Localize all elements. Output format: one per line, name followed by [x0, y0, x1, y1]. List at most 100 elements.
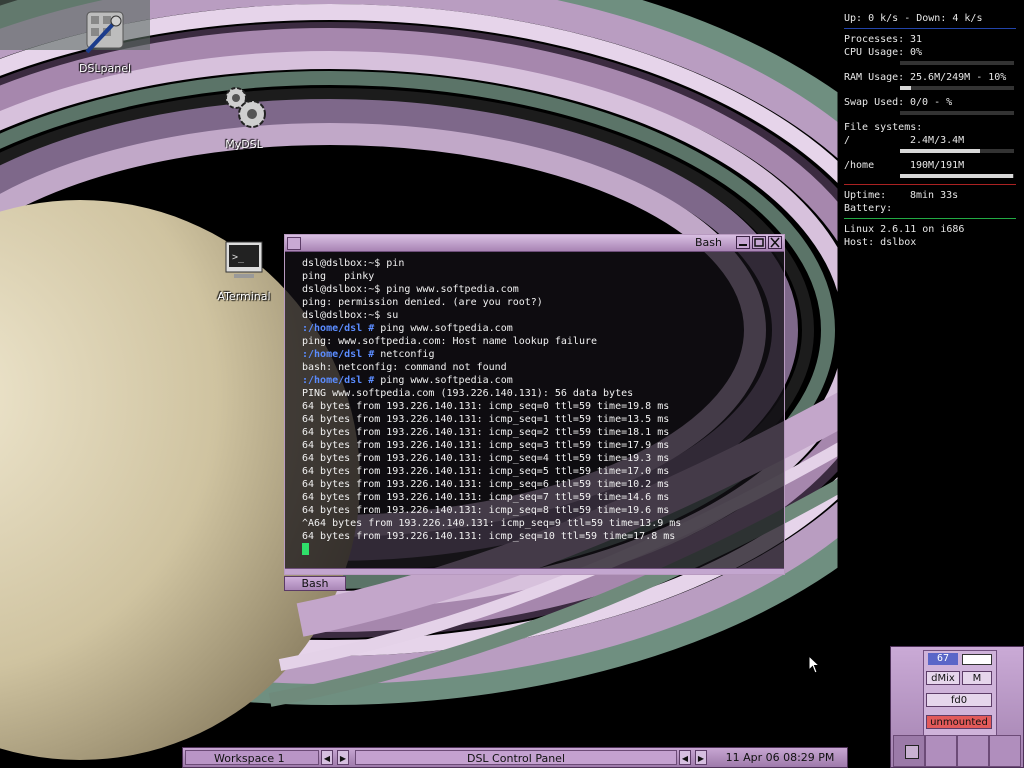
- fs-home-value: 190M/191M: [910, 160, 965, 171]
- terminal-line: PING www.softpedia.com (193.226.140.131)…: [302, 387, 784, 400]
- terminal-line-text: ping www.softpedia.com: [380, 323, 513, 334]
- terminal-line: ping pinky: [302, 270, 784, 283]
- workspace-selector[interactable]: Workspace 1: [185, 750, 319, 765]
- fs-home-label: /home: [844, 160, 875, 171]
- terminal-icon: >_: [225, 241, 263, 278]
- taskbar-task-dsl-control-panel[interactable]: DSL Control Panel: [355, 750, 677, 765]
- desktop-icon-label: ATerminal: [217, 290, 271, 303]
- terminal-line: 64 bytes from 193.226.140.131: icmp_seq=…: [302, 530, 784, 543]
- mouse-pointer-icon: [808, 655, 821, 674]
- workspace-pager: [891, 735, 1023, 767]
- terminal-line-text: dsl@dslbox:~$ pin: [302, 258, 405, 269]
- terminal-line-text: dsl@dslbox:~$ su: [302, 310, 399, 321]
- clock: 11 Apr 06 08:29 PM: [725, 751, 835, 764]
- swap-bar: [900, 111, 1014, 115]
- terminal-window[interactable]: Bash dsl@dslbox:~$ pin ping pinky dsl@dslb…: [284, 234, 785, 575]
- fs-root-bar: [900, 149, 1014, 153]
- fs-root-bar-fill: [900, 149, 980, 153]
- terminal-line-text: 64 bytes from 193.226.140.131: icmp_seq=…: [302, 401, 670, 412]
- terminal-line: 64 bytes from 193.226.140.131: icmp_seq=…: [302, 478, 784, 491]
- cpu-value: 0%: [910, 47, 923, 58]
- arrow-right-icon: ▶: [339, 754, 347, 763]
- desktop-icon-label: DSLpanel: [78, 62, 132, 75]
- workspace-next-button[interactable]: ▶: [337, 750, 349, 765]
- terminal-line-text: 64 bytes from 193.226.140.131: icmp_seq=…: [302, 453, 670, 464]
- ram-bar: [900, 86, 1014, 90]
- minimize-button[interactable]: [736, 236, 750, 249]
- minimize-icon: [739, 244, 747, 246]
- fs-root-label: /: [844, 135, 851, 146]
- desktop-icon-aterminal[interactable]: >_ ATerminal: [204, 236, 284, 303]
- drive-fd0-button[interactable]: fd0: [926, 693, 992, 707]
- terminal-line: 64 bytes from 193.226.140.131: icmp_seq=…: [302, 504, 784, 517]
- terminal-titlebar[interactable]: Bash: [285, 235, 784, 252]
- terminal-line: dsl@dslbox:~$ su: [302, 309, 784, 322]
- taskbar: Workspace 1 ◀ ▶ DSL Control Panel ◀ ▶ 11…: [182, 747, 848, 768]
- terminal-line: 64 bytes from 193.226.140.131: icmp_seq=…: [302, 400, 784, 413]
- terminal-line: dsl@dslbox:~$ pin: [302, 257, 784, 270]
- terminal-line: 64 bytes from 193.226.140.131: icmp_seq=…: [302, 452, 784, 465]
- terminal-line: :/home/dsl # netconfig: [302, 348, 784, 361]
- desktop-icon-dslpanel[interactable]: DSLpanel: [65, 8, 145, 75]
- ram-value: 25.6M/249M - 10%: [910, 72, 1007, 83]
- swap-value: 0/0 - %: [910, 97, 953, 108]
- terminal-output[interactable]: dsl@dslbox:~$ pin ping pinky dsl@dslbox:~$…: [285, 252, 784, 556]
- terminal-line: 64 bytes from 193.226.140.131: icmp_seq=…: [302, 413, 784, 426]
- close-icon: [770, 237, 780, 248]
- terminal-line: ping: www.softpedia.com: Host name looku…: [302, 335, 784, 348]
- terminal-line-text: bash: netconfig: command not found: [302, 362, 507, 373]
- ram-bar-fill: [900, 86, 912, 90]
- terminal-line-text: 64 bytes from 193.226.140.131: icmp_seq=…: [302, 466, 670, 477]
- pager-workspace-3[interactable]: [957, 735, 989, 767]
- fs-home-bar: [900, 174, 1014, 178]
- fs-root-value: 2.4M/3.4M: [910, 135, 965, 146]
- task-next-button[interactable]: ▶: [695, 750, 707, 765]
- terminal-line-text: ping: permission denied. (are you root?): [302, 297, 543, 308]
- host-label: Host:: [844, 237, 875, 248]
- dock-applets: 67 dMix M fd0 unmounted: [923, 650, 997, 736]
- fs-label: File systems:: [844, 122, 923, 133]
- terminal-line-text: 64 bytes from 193.226.140.131: icmp_seq=…: [302, 479, 670, 490]
- terminal-line: ^A64 bytes from 193.226.140.131: icmp_se…: [302, 517, 784, 530]
- volume-slider[interactable]: [962, 654, 992, 665]
- separator-green: [844, 218, 1016, 219]
- separator-blue: [844, 28, 1016, 29]
- workspace-prev-button[interactable]: ◀: [321, 750, 333, 765]
- terminal-cursor-line: [302, 543, 784, 556]
- pager-workspace-4[interactable]: [989, 735, 1021, 767]
- volume-control[interactable]: 67: [926, 653, 992, 665]
- processes-label: Processes:: [844, 34, 905, 45]
- dmix-button[interactable]: dMix: [926, 671, 960, 685]
- terminal-line-text: 64 bytes from 193.226.140.131: icmp_seq=…: [302, 440, 670, 451]
- close-button[interactable]: [768, 236, 782, 249]
- terminal-line: 64 bytes from 193.226.140.131: icmp_seq=…: [302, 426, 784, 439]
- terminal-line-text: ping pinky: [302, 271, 375, 282]
- system-monitor: Up: 0 k/s - Down: 4 k/s Processes: 31 CPU…: [844, 12, 1016, 249]
- mount-status-button[interactable]: unmounted: [926, 715, 992, 729]
- mute-button[interactable]: M: [962, 671, 992, 685]
- terminal-line-text: PING www.softpedia.com (193.226.140.131)…: [302, 388, 634, 399]
- host-value: dslbox: [880, 237, 917, 248]
- desktop-icon-mydsl[interactable]: MyDSL: [204, 84, 284, 151]
- terminal-line-text: ping: www.softpedia.com: Host name looku…: [302, 336, 598, 347]
- pager-workspace-1[interactable]: [893, 735, 925, 767]
- terminal-line-text: 64 bytes from 193.226.140.131: icmp_seq=…: [302, 414, 670, 425]
- window-menu-button[interactable]: [287, 237, 301, 250]
- pager-workspace-2[interactable]: [925, 735, 957, 767]
- uptime-label: Uptime:: [844, 190, 887, 201]
- maximize-button[interactable]: [752, 236, 766, 249]
- terminal-line-text: 64 bytes from 193.226.140.131: icmp_seq=…: [302, 427, 670, 438]
- terminal-line: ping: permission denied. (are you root?): [302, 296, 784, 309]
- terminal-line-text: 64 bytes from 193.226.140.131: icmp_seq=…: [302, 531, 676, 542]
- uptime-value: 8min 33s: [910, 190, 959, 201]
- terminal-tab[interactable]: Bash: [284, 576, 346, 591]
- fs-home-bar-fill: [900, 174, 1013, 178]
- cursor-icon: [302, 543, 309, 555]
- task-prev-button[interactable]: ◀: [679, 750, 691, 765]
- terminal-line-text: 64 bytes from 193.226.140.131: icmp_seq=…: [302, 492, 670, 503]
- battery-label: Battery:: [844, 203, 893, 214]
- terminal-scrollbar[interactable]: [285, 568, 784, 574]
- terminal-line: :/home/dsl # ping www.softpedia.com: [302, 374, 784, 387]
- terminal-line: 64 bytes from 193.226.140.131: icmp_seq=…: [302, 465, 784, 478]
- separator-red: [844, 184, 1016, 185]
